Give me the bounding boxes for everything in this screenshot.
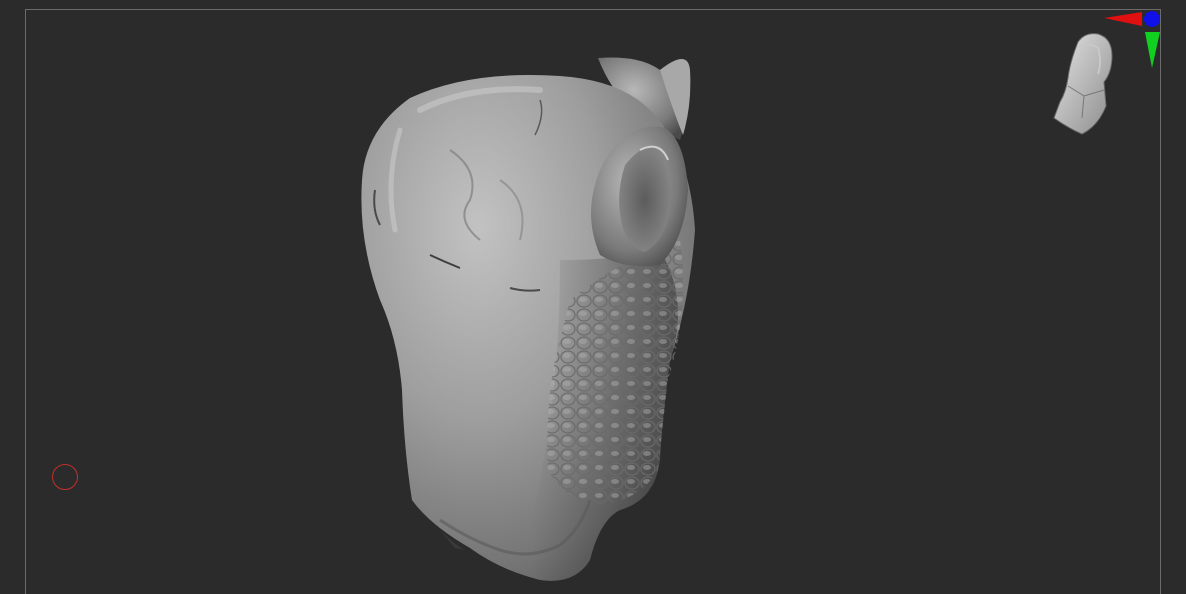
axis-x-icon[interactable] bbox=[1104, 12, 1142, 26]
axis-z-icon[interactable] bbox=[1144, 11, 1160, 27]
sculpt-viewport[interactable] bbox=[0, 0, 1186, 594]
orientation-head bbox=[1053, 33, 1113, 135]
axis-y-icon[interactable] bbox=[1145, 32, 1160, 68]
head-orientation-icon[interactable] bbox=[1040, 6, 1170, 146]
brush-circle-icon bbox=[52, 464, 78, 490]
sculpted-model[interactable] bbox=[0, 0, 1186, 594]
